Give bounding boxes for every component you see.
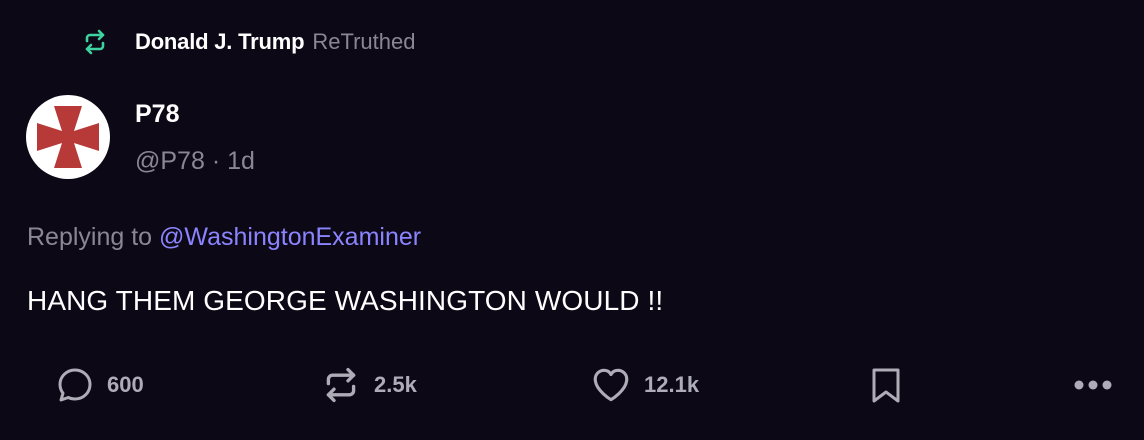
bookmark-icon [866,364,906,406]
author-name[interactable]: P78 [135,100,179,129]
like-button[interactable]: 12.1k [590,362,699,408]
retruth-button[interactable]: 2.5k [320,362,417,408]
meta-separator: · [211,147,221,175]
more-icon [1070,375,1116,395]
retruth-header: Donald J. Trump ReTruthed [80,26,415,58]
mention-link[interactable]: @WashingtonExaminer [159,223,421,251]
more-options-button[interactable] [1070,362,1116,408]
author-meta: @P78 · 1d [135,147,255,176]
retruther-name-link[interactable]: Donald J. Trump [135,29,305,55]
replying-prefix: Replying to [27,223,153,251]
heart-icon [590,364,632,406]
retruth-label: ReTruthed [312,29,416,54]
comment-icon [55,365,95,405]
reply-context: Replying to @WashingtonExaminer [27,223,421,252]
avatar[interactable] [26,95,110,179]
reply-count: 600 [107,372,144,397]
retruth-count: 2.5k [374,372,417,397]
retruth-icon [80,27,110,57]
like-count: 12.1k [644,372,700,397]
red-cross-avatar [37,106,99,168]
post-timestamp[interactable]: 1d [227,147,255,175]
retruth-icon [320,364,362,406]
author-handle[interactable]: @P78 [135,147,205,175]
bookmark-button[interactable] [866,362,906,408]
post-body: HANG THEM GEORGE WASHINGTON WOULD !! [27,285,664,316]
reply-button[interactable]: 600 [55,362,144,408]
